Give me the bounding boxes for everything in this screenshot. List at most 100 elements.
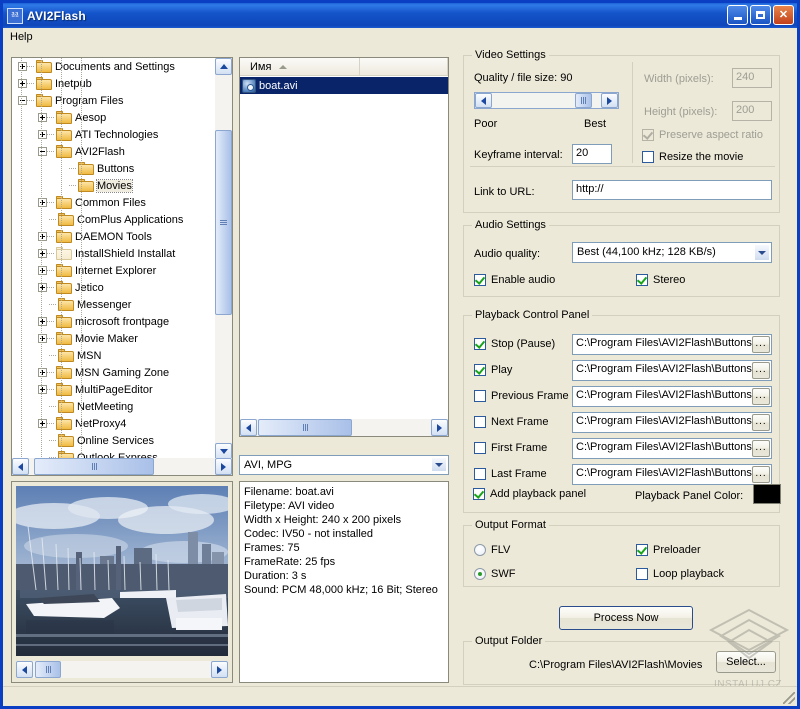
first-frame-path-input[interactable]: C:\Program Files\AVI2Flash\Buttons\ xyxy=(572,438,772,459)
file-list-panel[interactable]: Имя boat.avi xyxy=(239,57,449,437)
tree-item[interactable]: Documents and Settings xyxy=(12,58,216,75)
add-playback-panel-checkbox[interactable]: Add playback panel xyxy=(473,488,586,500)
format-flv-radio[interactable]: FLV xyxy=(474,544,510,556)
previous-frame-browse-button[interactable]: ... xyxy=(752,388,770,405)
quality-slider-thumb[interactable] xyxy=(575,93,592,108)
preloader-checkbox[interactable]: Preloader xyxy=(636,544,701,556)
audio-quality-combo[interactable]: Best (44,100 kHz; 128 KB/s) xyxy=(572,242,772,263)
next-frame-path-input[interactable]: C:\Program Files\AVI2Flash\Buttons\ xyxy=(572,412,772,433)
chevron-down-icon[interactable] xyxy=(431,457,447,472)
next-frame-checkbox[interactable]: Next Frame xyxy=(474,416,548,428)
tree-item[interactable]: ATI Technologies xyxy=(12,126,216,143)
expand-icon[interactable] xyxy=(38,283,47,292)
expand-icon[interactable] xyxy=(18,79,27,88)
close-button[interactable]: ✕ xyxy=(773,5,794,25)
tree-scroll-right-button[interactable] xyxy=(215,458,232,475)
collapse-icon[interactable] xyxy=(38,147,47,156)
tree-item[interactable]: microsoft frontpage xyxy=(12,313,216,330)
tree-item[interactable]: InstallShield Installat xyxy=(12,245,216,262)
expand-icon[interactable] xyxy=(38,317,47,326)
expand-icon[interactable] xyxy=(38,334,47,343)
chevron-down-icon[interactable] xyxy=(754,244,770,261)
format-swf-radio[interactable]: SWF xyxy=(474,568,515,580)
resize-grip-icon[interactable] xyxy=(783,692,795,704)
first-frame-browse-button[interactable]: ... xyxy=(752,440,770,457)
playback-panel-color-swatch[interactable] xyxy=(753,484,781,504)
tree-scroll-thumb[interactable] xyxy=(215,130,232,315)
filelist-scroll-left-button[interactable] xyxy=(240,419,257,436)
expand-icon[interactable] xyxy=(38,368,47,377)
tree-item[interactable]: Buttons xyxy=(12,160,216,177)
expand-icon[interactable] xyxy=(38,385,47,394)
tree-item[interactable]: Movies xyxy=(12,177,216,194)
loop-playback-checkbox[interactable]: Loop playback xyxy=(636,568,724,580)
collapse-icon[interactable] xyxy=(18,96,27,105)
tree-item[interactable]: Internet Explorer xyxy=(12,262,216,279)
tree-item[interactable]: AVI2Flash xyxy=(12,143,216,160)
file-list-row[interactable]: boat.avi xyxy=(240,77,448,94)
preview-horizontal-scrollbar[interactable] xyxy=(16,661,228,678)
tree-item[interactable]: Program Files xyxy=(12,92,216,109)
last-frame-browse-button[interactable]: ... xyxy=(752,466,770,483)
folder-tree-panel[interactable]: Documents and SettingsInetpubProgram Fil… xyxy=(11,57,233,476)
tree-item[interactable]: Messenger xyxy=(12,296,216,313)
tree-item[interactable]: NetMeeting xyxy=(12,398,216,415)
column-header-name[interactable]: Имя xyxy=(240,58,360,75)
tree-horizontal-scrollbar[interactable] xyxy=(12,458,232,475)
minimize-button[interactable] xyxy=(727,5,748,25)
tree-item[interactable]: Movie Maker xyxy=(12,330,216,347)
expand-icon[interactable] xyxy=(38,419,47,428)
last-frame-checkbox[interactable]: Last Frame xyxy=(474,468,547,480)
quality-decrease-button[interactable] xyxy=(475,93,492,108)
process-now-button[interactable]: Process Now xyxy=(559,606,693,630)
preview-scroll-right-button[interactable] xyxy=(211,661,228,678)
quality-slider[interactable] xyxy=(474,92,619,109)
menu-item-help[interactable]: Help xyxy=(3,30,40,44)
filelist-scroll-right-button[interactable] xyxy=(431,419,448,436)
filelist-hscroll-thumb[interactable] xyxy=(258,419,352,436)
tree-item[interactable]: Outlook Express xyxy=(12,449,216,458)
expand-icon[interactable] xyxy=(38,249,47,258)
tree-item[interactable]: MSN xyxy=(12,347,216,364)
previous-frame-checkbox[interactable]: Previous Frame xyxy=(474,390,569,402)
tree-hscroll-thumb[interactable] xyxy=(34,458,154,475)
file-filter-combo[interactable]: AVI, MPG xyxy=(239,455,449,475)
column-header-blank[interactable] xyxy=(360,58,448,75)
tree-item[interactable]: Inetpub xyxy=(12,75,216,92)
maximize-button[interactable] xyxy=(750,5,771,25)
tree-item[interactable]: Jetico xyxy=(12,279,216,296)
keyframe-interval-input[interactable]: 20 xyxy=(572,144,612,164)
expand-icon[interactable] xyxy=(38,198,47,207)
previous-frame-path-input[interactable]: C:\Program Files\AVI2Flash\Buttons\ xyxy=(572,386,772,407)
resize-movie-checkbox[interactable]: Resize the movie xyxy=(642,151,743,163)
preserve-aspect-ratio-checkbox[interactable]: Preserve aspect ratio xyxy=(642,129,763,141)
tree-item[interactable]: MultiPageEditor xyxy=(12,381,216,398)
first-frame-checkbox[interactable]: First Frame xyxy=(474,442,547,454)
last-frame-path-input[interactable]: C:\Program Files\AVI2Flash\Buttons\ xyxy=(572,464,772,485)
tree-item[interactable]: ComPlus Applications xyxy=(12,211,216,228)
width-input[interactable]: 240 xyxy=(732,68,772,88)
quality-increase-button[interactable] xyxy=(601,93,618,108)
height-input[interactable]: 200 xyxy=(732,101,772,121)
tree-item[interactable]: NetProxy4 xyxy=(12,415,216,432)
file-list-horizontal-scrollbar[interactable] xyxy=(240,419,448,436)
tree-vertical-scrollbar[interactable] xyxy=(215,58,232,460)
link-to-url-input[interactable]: http:// xyxy=(572,180,772,200)
tree-item[interactable]: Common Files xyxy=(12,194,216,211)
stop-pause-browse-button[interactable]: ... xyxy=(752,336,770,353)
expand-icon[interactable] xyxy=(18,62,27,71)
stereo-checkbox[interactable]: Stereo xyxy=(636,274,685,286)
next-frame-browse-button[interactable]: ... xyxy=(752,414,770,431)
stop-pause-checkbox[interactable]: Stop (Pause) xyxy=(474,338,555,350)
tree-item[interactable]: Aesop xyxy=(12,109,216,126)
expand-icon[interactable] xyxy=(38,232,47,241)
expand-icon[interactable] xyxy=(38,113,47,122)
expand-icon[interactable] xyxy=(38,130,47,139)
enable-audio-checkbox[interactable]: Enable audio xyxy=(474,274,555,286)
tree-item[interactable]: MSN Gaming Zone xyxy=(12,364,216,381)
preview-scroll-left-button[interactable] xyxy=(16,661,33,678)
stop-pause-path-input[interactable]: C:\Program Files\AVI2Flash\Buttons\ xyxy=(572,334,772,355)
play-path-input[interactable]: C:\Program Files\AVI2Flash\Buttons\ xyxy=(572,360,772,381)
expand-icon[interactable] xyxy=(38,266,47,275)
tree-item[interactable]: Online Services xyxy=(12,432,216,449)
